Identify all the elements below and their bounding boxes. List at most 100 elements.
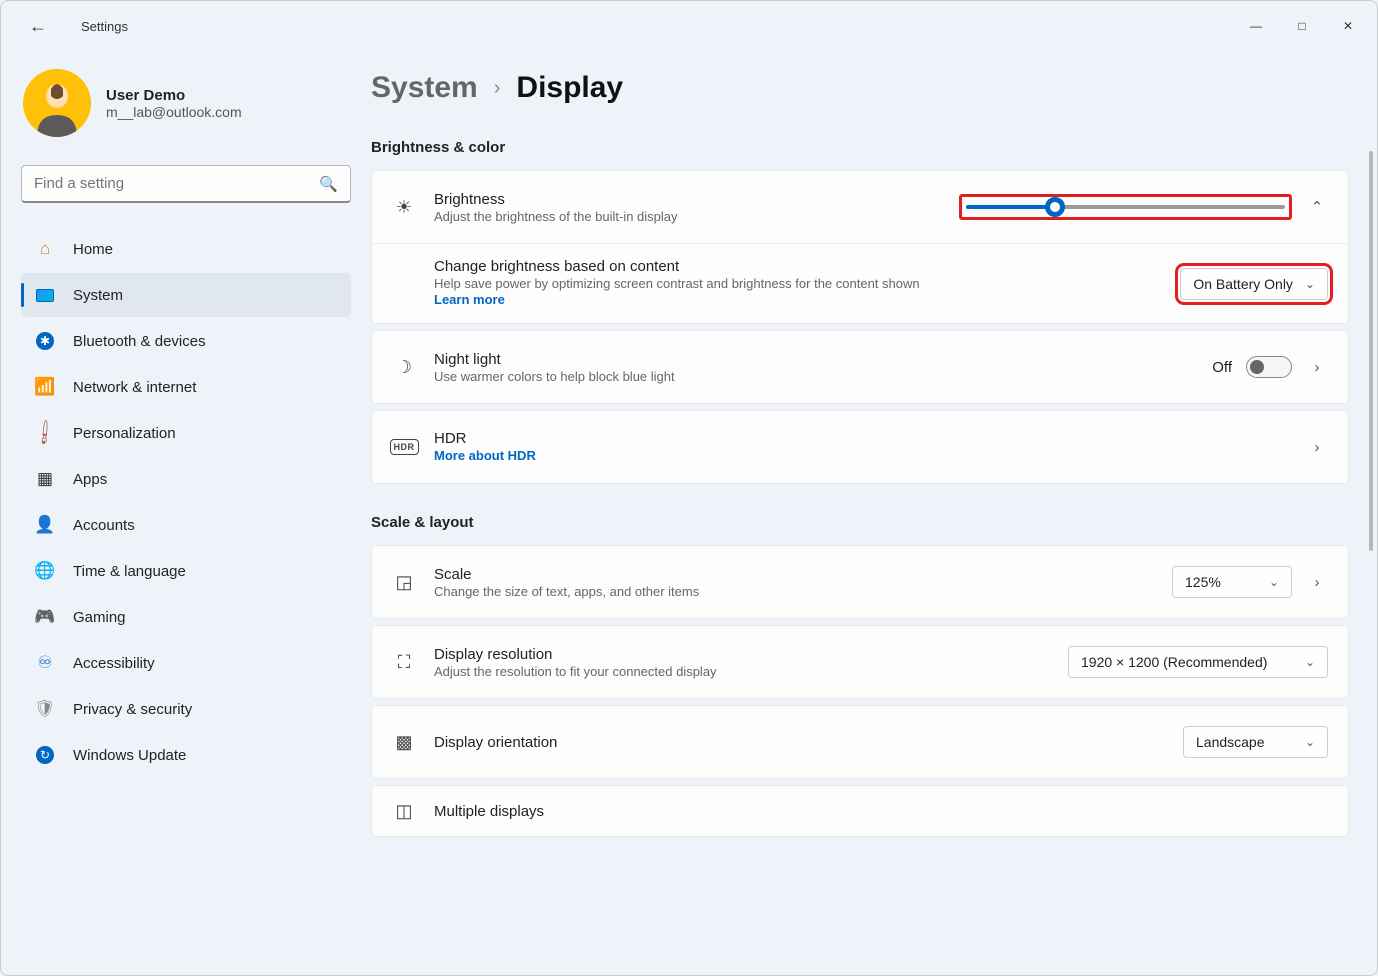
slider-fill [966, 205, 1055, 209]
hdr-card[interactable]: HDR HDR More about HDR › [371, 410, 1349, 484]
scale-dropdown[interactable]: 125% ⌄ [1172, 566, 1292, 598]
page-title: Display [516, 71, 623, 105]
chevron-down-icon: ⌄ [1269, 575, 1279, 589]
nav-label: Privacy & security [73, 701, 192, 718]
nav-label: Bluetooth & devices [73, 333, 206, 350]
breadcrumb: System › Display [371, 71, 1349, 105]
chevron-down-icon: ⌄ [1305, 735, 1315, 749]
chevron-up-icon[interactable]: ⌃ [1306, 198, 1328, 216]
sun-icon: ☀ [392, 197, 416, 218]
slider-thumb[interactable] [1045, 197, 1065, 217]
search-box[interactable]: 🔍 [21, 165, 351, 203]
nav-accounts[interactable]: 👤Accounts [21, 503, 351, 547]
brightness-card-group: ☀ Brightness Adjust the brightness of th… [371, 170, 1349, 324]
night-light-card[interactable]: ☽ Night light Use warmer colors to help … [371, 330, 1349, 404]
nav-privacy[interactable]: 🛡 Privacy & security [21, 687, 351, 731]
shield-icon: 🛡 [35, 699, 55, 719]
bluetooth-icon: ✱ [35, 331, 55, 351]
search-icon: 🔍 [319, 175, 338, 193]
hdr-title: HDR [434, 430, 1288, 447]
hdr-icon: HDR [392, 439, 416, 455]
displays-icon: ◫ [392, 801, 416, 822]
dropdown-value: Landscape [1196, 734, 1265, 750]
section-brightness-title: Brightness & color [371, 139, 1349, 156]
multiple-title: Multiple displays [434, 803, 1328, 820]
nav-accessibility[interactable]: ♾Accessibility [21, 641, 351, 685]
resolution-card: ⛶ Display resolution Adjust the resoluti… [371, 625, 1349, 699]
chevron-down-icon: ⌄ [1305, 655, 1315, 669]
chevron-right-icon[interactable]: › [1306, 359, 1328, 376]
learn-more-link[interactable]: Learn more [434, 292, 505, 307]
resolution-title: Display resolution [434, 646, 1050, 663]
nav-label: Gaming [73, 609, 126, 626]
titlebar: ← Settings — □ ✕ [1, 1, 1377, 51]
scrollbar-thumb[interactable] [1369, 151, 1373, 551]
nav-label: Time & language [73, 563, 186, 580]
update-icon: ↻ [35, 745, 55, 765]
user-name: User Demo [106, 87, 242, 104]
brush-icon: 🖌 [31, 419, 59, 447]
nav-system[interactable]: System [21, 273, 351, 317]
adaptive-brightness-row: Change brightness based on content Help … [372, 243, 1348, 323]
adaptive-title: Change brightness based on content [434, 258, 1162, 275]
chevron-right-icon[interactable]: › [1306, 574, 1328, 591]
globe-icon: 🌐 [35, 561, 55, 581]
content-area: System › Display Brightness & color ☀ Br… [371, 51, 1377, 975]
avatar [23, 69, 91, 137]
brightness-desc: Adjust the brightness of the built-in di… [434, 209, 941, 224]
nav-bluetooth[interactable]: ✱ Bluetooth & devices [21, 319, 351, 363]
breadcrumb-parent[interactable]: System [371, 71, 478, 105]
nav-time[interactable]: 🌐 Time & language [21, 549, 351, 593]
person-icon: 👤 [35, 515, 55, 535]
brightness-slider-highlight [959, 194, 1292, 220]
chevron-down-icon: ⌄ [1305, 277, 1315, 291]
system-icon [35, 285, 55, 305]
nav-list: ⌂ Home System ✱ Bluetooth & devices 📶Netwo… [21, 227, 351, 777]
dropdown-value: On Battery Only [1193, 276, 1293, 292]
apps-icon: ▦ [35, 469, 55, 489]
multiple-displays-card[interactable]: ◫ Multiple displays [371, 785, 1349, 837]
maximize-button[interactable]: □ [1279, 10, 1325, 42]
nav-label: Home [73, 241, 113, 258]
nav-label: Accessibility [73, 655, 155, 672]
night-light-title: Night light [434, 351, 1194, 368]
nav-label: Personalization [73, 425, 176, 442]
close-button[interactable]: ✕ [1325, 10, 1371, 42]
adaptive-desc: Help save power by optimizing screen con… [434, 276, 1162, 291]
nav-personalization[interactable]: 🖌 Personalization [21, 411, 351, 455]
brightness-slider[interactable] [966, 205, 1285, 209]
nav-label: Apps [73, 471, 107, 488]
minimize-button[interactable]: — [1233, 10, 1279, 42]
nav-label: Windows Update [73, 747, 186, 764]
chevron-right-icon[interactable]: › [1306, 439, 1328, 456]
chevron-right-icon: › [494, 77, 501, 100]
nav-network[interactable]: 📶Network & internet [21, 365, 351, 409]
nav-apps[interactable]: ▦ Apps [21, 457, 351, 501]
gamepad-icon: 🎮 [35, 607, 55, 627]
orientation-title: Display orientation [434, 734, 1165, 751]
night-light-desc: Use warmer colors to help block blue lig… [434, 369, 1194, 384]
brightness-title: Brightness [434, 191, 941, 208]
moon-icon: ☽ [392, 357, 416, 378]
adaptive-dropdown[interactable]: On Battery Only ⌄ [1180, 268, 1328, 300]
nav-gaming[interactable]: 🎮 Gaming [21, 595, 351, 639]
resolution-icon: ⛶ [392, 652, 416, 673]
section-scale-title: Scale & layout [371, 514, 1349, 531]
back-button[interactable]: ← [29, 16, 47, 37]
night-light-toggle[interactable] [1246, 356, 1292, 378]
nav-update[interactable]: ↻ Windows Update [21, 733, 351, 777]
wifi-icon: 📶 [35, 377, 55, 397]
nav-home[interactable]: ⌂ Home [21, 227, 351, 271]
nav-label: System [73, 287, 123, 304]
home-icon: ⌂ [35, 239, 55, 259]
search-input[interactable] [34, 175, 319, 192]
scale-desc: Change the size of text, apps, and other… [434, 584, 1154, 599]
dropdown-value: 125% [1185, 574, 1221, 590]
resolution-dropdown[interactable]: 1920 × 1200 (Recommended) ⌄ [1068, 646, 1328, 678]
dropdown-value: 1920 × 1200 (Recommended) [1081, 654, 1267, 670]
orientation-dropdown[interactable]: Landscape ⌄ [1183, 726, 1328, 758]
user-block[interactable]: User Demo m__lab@outlook.com [21, 69, 351, 137]
scrollbar[interactable] [1367, 151, 1375, 551]
hdr-link[interactable]: More about HDR [434, 448, 536, 463]
scale-card[interactable]: ◲ Scale Change the size of text, apps, a… [371, 545, 1349, 619]
